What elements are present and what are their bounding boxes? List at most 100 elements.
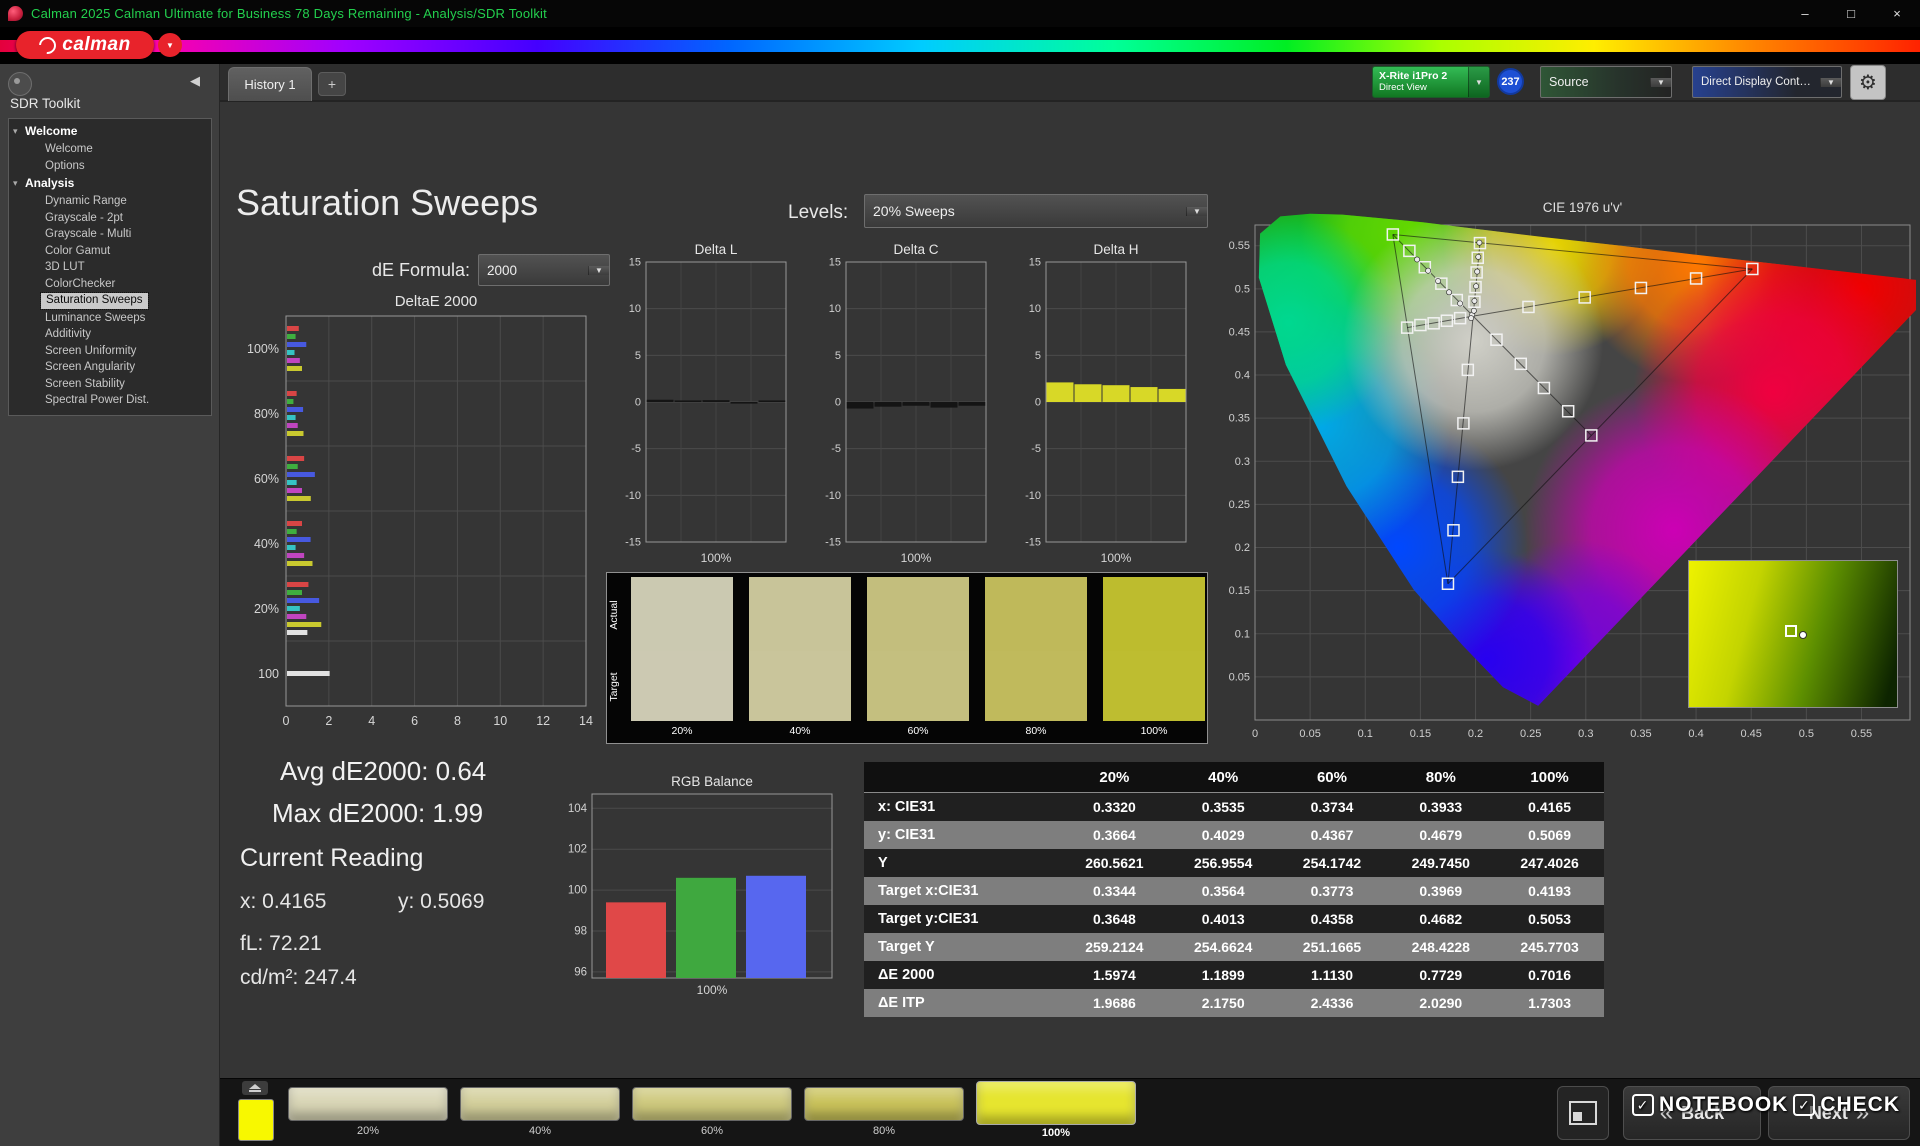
tree-item[interactable]: Grayscale - 2pt xyxy=(9,210,211,227)
tree-item[interactable]: Options xyxy=(9,158,211,175)
svg-text:2: 2 xyxy=(325,714,332,728)
svg-text:0.55: 0.55 xyxy=(1851,728,1872,740)
svg-text:80%: 80% xyxy=(254,407,279,421)
actual-swatch xyxy=(985,577,1087,651)
notebookcheck-logo: ✓ xyxy=(1793,1094,1815,1116)
table-row: ΔE 20001.59741.18991.11300.77290.7016 xyxy=(864,961,1604,989)
sweep-level-label: 20% xyxy=(288,1125,448,1137)
source-dropdown[interactable]: Source ▼ xyxy=(1540,66,1672,98)
tree-item[interactable]: 3D LUT xyxy=(9,259,211,276)
sweep-swatch: 60% xyxy=(867,577,969,741)
maximize-button[interactable]: □ xyxy=(1828,0,1874,27)
eject-button[interactable] xyxy=(242,1081,268,1095)
dropdown-icon: ▼ xyxy=(1193,207,1201,216)
svg-text:12: 12 xyxy=(536,714,550,728)
tree-item[interactable]: Screen Stability xyxy=(9,376,211,393)
sweep-swatch: 80% xyxy=(985,577,1087,741)
svg-text:-15: -15 xyxy=(625,537,641,549)
tree-item[interactable]: Screen Angularity xyxy=(9,359,211,376)
cie-measurement-dot xyxy=(1469,316,1474,321)
calman-logo[interactable]: calman xyxy=(16,31,154,59)
tree-item[interactable]: Color Gamut xyxy=(9,243,211,260)
tree-item[interactable]: Grayscale - Multi xyxy=(9,226,211,243)
svg-text:0.35: 0.35 xyxy=(1630,728,1651,740)
meter-info: X-Rite i1Pro 2 Direct View xyxy=(1373,67,1468,97)
logo-menu-button[interactable]: ▼ xyxy=(158,33,182,57)
sidebar-round-button[interactable] xyxy=(8,72,32,96)
sweep-swatch: 100% xyxy=(1103,577,1205,741)
dropdown-arrow: ▼ xyxy=(588,266,609,275)
cie-target-marker xyxy=(1785,625,1797,637)
layout-button[interactable] xyxy=(1557,1086,1609,1140)
sweep-swatch: 40% xyxy=(749,577,851,741)
svg-text:0.55: 0.55 xyxy=(1229,240,1250,252)
display-control-dropdown[interactable]: Direct Display Control ▼ xyxy=(1692,66,1842,98)
cell-value: 0.4358 xyxy=(1278,905,1387,933)
cell-value: 0.3535 xyxy=(1169,793,1278,822)
sweep-level-button[interactable]: 60% xyxy=(632,1087,792,1137)
minimize-button[interactable]: – xyxy=(1782,0,1828,27)
column-header: 100% xyxy=(1495,762,1604,793)
sweep-level-button[interactable]: 20% xyxy=(288,1087,448,1137)
svg-text:100: 100 xyxy=(258,667,279,681)
cie-measurement-dot xyxy=(1435,278,1440,283)
swatch-level-label: 80% xyxy=(985,721,1087,741)
source-label: Source xyxy=(1541,75,1650,89)
add-tab-button[interactable]: + xyxy=(318,72,346,96)
tree-item[interactable]: Welcome xyxy=(9,141,211,158)
settings-button[interactable]: ⚙ xyxy=(1850,65,1886,100)
tree-item[interactable]: Dynamic Range xyxy=(9,193,211,210)
current-reading-heading: Current Reading xyxy=(240,844,423,873)
de-formula-dropdown[interactable]: 2000 ▼ xyxy=(478,254,610,286)
tree-item[interactable]: Luminance Sweeps xyxy=(9,310,211,327)
cell-value: 0.4682 xyxy=(1386,905,1495,933)
sweep-level-button[interactable]: 40% xyxy=(460,1087,620,1137)
sweep-level-button[interactable]: 80% xyxy=(804,1087,964,1137)
cell-value: 254.1742 xyxy=(1278,849,1387,877)
cell-value: 0.3933 xyxy=(1386,793,1495,822)
svg-text:100%: 100% xyxy=(697,983,728,997)
sweep-level-button[interactable]: 100% xyxy=(976,1081,1136,1139)
current-patch-swatch xyxy=(238,1099,274,1141)
display-control-label: Direct Display Control xyxy=(1693,76,1820,88)
actual-swatch xyxy=(631,577,733,651)
actual-swatch xyxy=(1103,577,1205,651)
tree-item[interactable]: Spectral Power Dist. xyxy=(9,392,211,409)
row-label: Target x:CIE31 xyxy=(864,877,1060,905)
tree-group[interactable]: ▾Welcome xyxy=(9,122,211,141)
column-header: 80% xyxy=(1386,762,1495,793)
current-y: y: 0.5069 xyxy=(398,890,484,914)
tab-history-1[interactable]: History 1 xyxy=(228,67,312,101)
sweep-level-label: 40% xyxy=(460,1125,620,1137)
close-button[interactable]: × xyxy=(1874,0,1920,27)
svg-text:0.5: 0.5 xyxy=(1235,283,1250,295)
table-row: Target x:CIE310.33440.35640.37730.39690.… xyxy=(864,877,1604,905)
sidebar-title: SDR Toolkit xyxy=(10,96,80,111)
sidebar-collapse-button[interactable]: ◀ xyxy=(190,73,200,89)
cell-value: 0.5069 xyxy=(1495,821,1604,849)
sweep-level-swatch xyxy=(632,1087,792,1121)
tree-item[interactable]: Saturation Sweeps xyxy=(41,293,148,309)
svg-text:5: 5 xyxy=(1035,350,1041,362)
cell-value: 260.5621 xyxy=(1060,849,1169,877)
tree-item[interactable]: Screen Uniformity xyxy=(9,343,211,360)
rgb-balance-svg: RGB Balance1041021009896100% xyxy=(556,772,846,998)
target-swatch xyxy=(749,651,851,721)
levels-label: Levels: xyxy=(788,202,848,224)
levels-dropdown[interactable]: 20% Sweeps ▼ xyxy=(864,194,1208,228)
cell-value: 2.1750 xyxy=(1169,989,1278,1017)
meter-dropdown[interactable]: X-Rite i1Pro 2 Direct View ▼ xyxy=(1372,66,1490,98)
gridlines xyxy=(286,316,586,706)
tree-item[interactable]: ColorChecker xyxy=(9,276,211,293)
tree-item[interactable]: Additivity xyxy=(9,326,211,343)
eject-icon-bar xyxy=(249,1090,261,1092)
svg-text:100%: 100% xyxy=(701,551,732,565)
svg-text:10: 10 xyxy=(493,714,507,728)
dropdown-arrow: ▼ xyxy=(1186,207,1207,216)
actual-swatch xyxy=(749,577,851,651)
svg-text:Delta C: Delta C xyxy=(893,242,938,257)
svg-text:0: 0 xyxy=(283,714,290,728)
levels-value: 20% Sweeps xyxy=(865,203,1186,219)
tree-group[interactable]: ▾Analysis xyxy=(9,174,211,193)
svg-text:DeltaE 2000: DeltaE 2000 xyxy=(395,293,478,310)
